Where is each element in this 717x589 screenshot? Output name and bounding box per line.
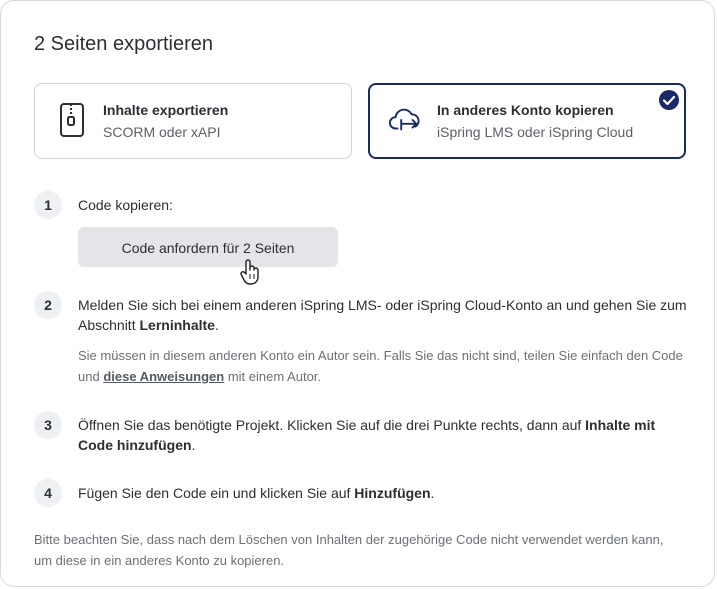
step-4-text-end: .	[430, 485, 435, 501]
footer-note: Bitte beachten Sie, dass nach dem Lösche…	[34, 532, 664, 568]
step-2-note: Sie müssen in diesem anderen Konto ein A…	[78, 345, 690, 387]
step-number: 3	[34, 411, 62, 439]
step-number: 2	[34, 291, 62, 319]
step-3-text-end: .	[191, 437, 196, 453]
option-export-content[interactable]: Inhalte exportieren SCORM oder xAPI	[34, 83, 352, 159]
option-title: In anderes Konto kopieren	[437, 102, 614, 118]
option-subtitle: SCORM oder xAPI	[103, 124, 221, 140]
cloud-transfer-icon	[389, 108, 420, 131]
step-3-text: Öffnen Sie das benötigte Projekt. Klicke…	[78, 415, 690, 455]
checkmark-icon	[659, 90, 679, 110]
step-4-bold: Hinzufügen	[354, 485, 431, 501]
step-2-text-end: .	[214, 317, 219, 333]
option-copy-to-account[interactable]: In anderes Konto kopieren iSpring LMS od…	[368, 83, 686, 159]
step-number: 4	[34, 479, 62, 507]
step-4-text-start: Fügen Sie den Code ein und klicken Sie a…	[78, 485, 355, 501]
export-dialog: 2 Seiten exportieren Inhalte exportieren…	[0, 0, 715, 587]
step-2-note-end: mit einem Autor.	[224, 369, 322, 384]
step-2-bold: Lerninhalte	[139, 317, 215, 333]
zip-file-icon	[60, 103, 84, 137]
dialog-title: 2 Seiten exportieren	[34, 33, 214, 55]
option-title: Inhalte exportieren	[103, 102, 229, 118]
request-code-button[interactable]: Code anfordern für 2 Seiten	[78, 227, 338, 267]
option-subtitle: iSpring LMS oder iSpring Cloud	[437, 124, 634, 140]
step-1-text: Code kopieren:	[78, 197, 173, 213]
instructions-link[interactable]: diese Anweisungen	[103, 369, 224, 384]
step-3-text-start: Öffnen Sie das benötigte Projekt. Klicke…	[78, 417, 586, 433]
step-number: 1	[34, 191, 62, 219]
step-2-text: Melden Sie sich bei einem anderen iSprin…	[78, 295, 690, 335]
step-4-text: Fügen Sie den Code ein und klicken Sie a…	[78, 483, 690, 503]
hand-cursor-icon	[240, 259, 259, 285]
